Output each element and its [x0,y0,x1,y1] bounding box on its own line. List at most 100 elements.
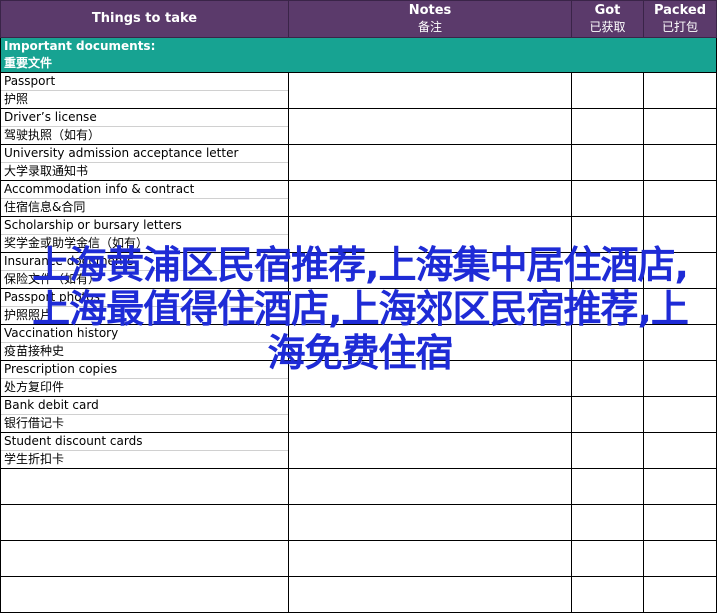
item-name-en: Driver’s license [1,110,288,127]
blank-cell[interactable] [643,576,717,613]
blank-cell[interactable] [571,576,644,613]
got-checkbox-cell[interactable] [571,324,644,361]
notes-cell[interactable] [288,72,572,109]
packed-checkbox-cell[interactable] [643,252,717,289]
item-name-en: University admission acceptance letter [1,146,288,163]
item-name-cell: Passport photos 护照照片 [0,288,289,325]
header-packed: Packed 已打包 [643,0,717,38]
packed-checkbox-cell[interactable] [643,288,717,325]
got-checkbox-cell[interactable] [571,144,644,181]
table-row: Accommodation info & contract 住宿信息&合同 [0,180,717,217]
item-name-en: Bank debit card [1,398,288,415]
packed-checkbox-cell[interactable] [643,360,717,397]
item-name-en: Vaccination history [1,326,288,343]
got-checkbox-cell[interactable] [571,360,644,397]
header-row: Things to take Notes 备注 Got 已获取 Packed 已… [0,0,717,38]
header-things: Things to take [0,0,289,38]
table-row: Vaccination history 疫苗接种史 [0,324,717,361]
item-name-zh: 疫苗接种史 [4,344,65,358]
notes-cell[interactable] [288,432,572,469]
notes-cell[interactable] [288,180,572,217]
item-name-cell: Accommodation info & contract 住宿信息&合同 [0,180,289,217]
notes-cell[interactable] [288,396,572,433]
notes-cell[interactable] [288,252,572,289]
packed-checkbox-cell[interactable] [643,180,717,217]
item-name-zh: 保险文件（如有） [4,272,101,286]
table-row: Driver’s license 驾驶执照（如有） [0,108,717,145]
notes-cell[interactable] [288,324,572,361]
got-checkbox-cell[interactable] [571,108,644,145]
item-name-zh: 银行借记卡 [4,416,65,430]
blank-cell[interactable] [0,576,289,613]
checklist-sheet: Things to take Notes 备注 Got 已获取 Packed 已… [0,0,717,614]
packed-checkbox-cell[interactable] [643,72,717,109]
item-name-cell: Insurance documents 保险文件（如有） [0,252,289,289]
item-name-zh: 驾驶执照（如有） [4,128,101,142]
blank-cell[interactable] [0,540,289,577]
packed-checkbox-cell[interactable] [643,324,717,361]
blank-cell[interactable] [643,504,717,541]
item-name-cell: Prescription copies 处方复印件 [0,360,289,397]
item-name-en: Passport [1,74,288,91]
packed-checkbox-cell[interactable] [643,396,717,433]
item-name-cell: University admission acceptance letter 大学… [0,144,289,181]
notes-cell[interactable] [288,216,572,253]
packed-checkbox-cell[interactable] [643,216,717,253]
got-checkbox-cell[interactable] [571,72,644,109]
got-checkbox-cell[interactable] [571,396,644,433]
section-title: Important documents: 重要文件 [0,37,717,73]
got-checkbox-cell[interactable] [571,288,644,325]
blank-cell[interactable] [288,576,572,613]
blank-cell[interactable] [0,468,289,505]
got-checkbox-cell[interactable] [571,432,644,469]
blank-cell[interactable] [571,468,644,505]
item-name-zh: 护照照片 [4,308,53,322]
table-row: Passport photos 护照照片 [0,288,717,325]
blank-cell[interactable] [571,504,644,541]
item-name-cell: Driver’s license 驾驶执照（如有） [0,108,289,145]
header-got: Got 已获取 [571,0,644,38]
item-name-zh: 处方复印件 [4,380,65,394]
blank-row [0,504,717,541]
blank-cell[interactable] [643,468,717,505]
blank-row [0,576,717,613]
blank-cell[interactable] [571,540,644,577]
table-row: Insurance documents 保险文件（如有） [0,252,717,289]
table-row: Prescription copies 处方复印件 [0,360,717,397]
item-name-zh: 学生折扣卡 [4,452,65,466]
item-name-cell: Passport 护照 [0,72,289,109]
item-name-cell: Student discount cards 学生折扣卡 [0,432,289,469]
blank-cell[interactable] [0,504,289,541]
notes-cell[interactable] [288,144,572,181]
packed-checkbox-cell[interactable] [643,108,717,145]
got-checkbox-cell[interactable] [571,252,644,289]
table-row: Scholarship or bursary letters 奖学金或助学金信（如… [0,216,717,253]
item-name-zh: 住宿信息&合同 [4,200,86,214]
header-notes: Notes 备注 [288,0,572,38]
item-name-cell: Vaccination history 疫苗接种史 [0,324,289,361]
blank-cell[interactable] [288,540,572,577]
item-name-en: Insurance documents [1,254,288,271]
item-name-en: Accommodation info & contract [1,182,288,199]
item-name-zh: 护照 [4,92,29,106]
blank-cell[interactable] [288,468,572,505]
section-row: Important documents: 重要文件 [0,37,717,73]
notes-cell[interactable] [288,360,572,397]
table-row: Passport 护照 [0,72,717,109]
item-name-en: Student discount cards [1,434,288,451]
item-name-en: Scholarship or bursary letters [1,218,288,235]
blank-cell[interactable] [643,540,717,577]
got-checkbox-cell[interactable] [571,216,644,253]
table-row: University admission acceptance letter 大学… [0,144,717,181]
blank-cell[interactable] [288,504,572,541]
notes-cell[interactable] [288,288,572,325]
notes-cell[interactable] [288,108,572,145]
packed-checkbox-cell[interactable] [643,432,717,469]
got-checkbox-cell[interactable] [571,180,644,217]
item-name-en: Passport photos [1,290,288,307]
packed-checkbox-cell[interactable] [643,144,717,181]
item-name-en: Prescription copies [1,362,288,379]
table-row: Bank debit card 银行借记卡 [0,396,717,433]
table-row: Student discount cards 学生折扣卡 [0,432,717,469]
blank-row [0,540,717,577]
